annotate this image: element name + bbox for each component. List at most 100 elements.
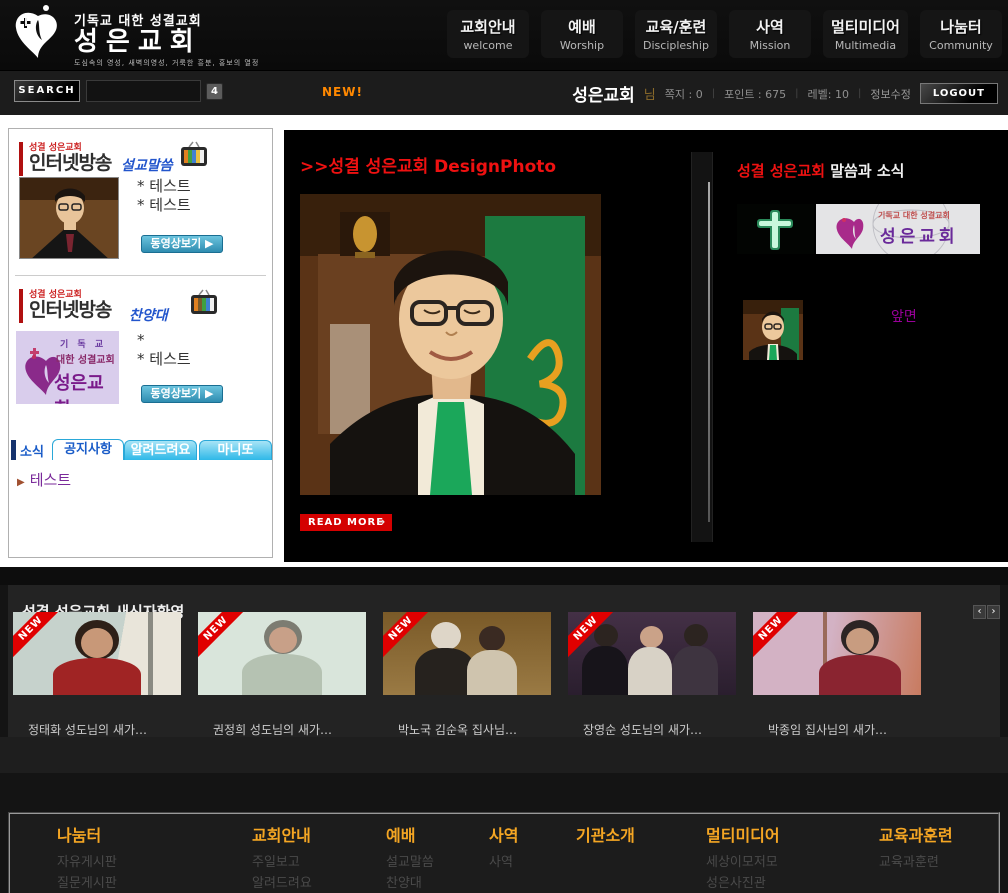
broadcast-sermon-links: * 테스트 * 테스트 [137, 177, 191, 215]
nav-item-discipleship[interactable]: 교육/훈련 Discipleship [635, 10, 717, 58]
footer-link[interactable]: 세상이모저모 [706, 852, 780, 873]
search-input[interactable] [86, 80, 201, 102]
church-logo-image[interactable]: 기 독 교 대한 성결교회 성은교회 [16, 331, 119, 404]
new-ribbon: NEW [13, 612, 66, 664]
footer-link[interactable]: 성은사진관 [706, 873, 780, 893]
notice-tabs: 소식 공지사항 알려드려요 마니또 [11, 439, 272, 461]
footer-link[interactable]: 찬양대 [386, 873, 434, 893]
sidebar: 성결 성은교회 인터넷방송 설교말씀 [8, 128, 273, 558]
search-button[interactable]: SEARCH [14, 80, 80, 102]
newcomer-caption[interactable]: 박노국 김순옥 집사님… [398, 721, 517, 738]
footer-link[interactable]: 자유게시판 [57, 852, 117, 873]
broadcast-sermon-header: 성결 성은교회 인터넷방송 [29, 140, 111, 173]
next-arrow-button[interactable]: › [987, 605, 1000, 619]
news-section-title: 성결 성은교회 말씀과 소식 [737, 160, 904, 181]
user-level: 레벨: 10 [808, 86, 849, 102]
sermon-link[interactable]: * 테스트 [137, 177, 191, 196]
footer-sitemap: 나눔터 자유게시판 질문게시판 새신자환영 교회안내 주일보고 알려드려요 공지… [8, 812, 1000, 893]
logo-text: 기독교 대한 성결교회 성은교회 도심속의 영성, 새벽의영성, 거룩한 흥분,… [74, 2, 259, 68]
notice-list-item[interactable]: ▶테스트 [17, 469, 71, 490]
tab-news[interactable]: 소식 [11, 439, 44, 461]
main-nav: 교회안내 welcome 예배 Worship 교육/훈련 Disciplesh… [447, 10, 1002, 58]
choir-link[interactable]: * [137, 331, 191, 350]
site-header: 기독교 대한 성결교회 성은교회 도심속의 영성, 새벽의영성, 거룩한 흥분,… [0, 0, 1008, 70]
church-logo-banner[interactable]: 기독교 대한 성결교회 성은교회 [816, 204, 980, 254]
newcomer-photo[interactable]: NEW [383, 612, 551, 695]
footer-col-multimedia: 멀티미디어 세상이모저모 성은사진관 자연의신비 [706, 822, 780, 893]
footer-col-organizations: 기관소개 [576, 822, 635, 846]
new-badge: NEW! [322, 85, 363, 99]
nav-item-community[interactable]: 나눔터 Community [920, 10, 1002, 58]
user-points: 포인트 : 675 [724, 86, 786, 102]
front-label: 앞면 [891, 306, 917, 326]
sidebar-accent-bar [19, 142, 23, 176]
footer-col-worship: 예배 설교말씀 찬양대 [386, 822, 434, 893]
newcomer-caption[interactable]: 장영순 성도님의 새가… [583, 721, 702, 738]
news-banners: 기독교 대한 성결교회 성은교회 [737, 204, 980, 254]
broadcast-choir-subtitle: 찬양대 [129, 305, 168, 325]
newcomer-caption[interactable]: 박종임 집사님의 새가… [768, 721, 887, 738]
main-panel: >>성결 성은교회 DesignPhoto [284, 130, 1008, 562]
read-more-button[interactable]: READ MORE → [300, 514, 392, 531]
sidebar-accent-bar [19, 289, 23, 323]
nav-item-mission[interactable]: 사역 Mission [729, 10, 811, 58]
broadcast-choir-header: 성결 성은교회 인터넷방송 [29, 287, 111, 320]
search-go-button[interactable]: 4 [206, 83, 223, 100]
glowing-cross-banner[interactable] [737, 204, 814, 254]
sermon-link[interactable]: * 테스트 [137, 196, 191, 215]
tv-icon [189, 289, 219, 315]
design-photo-title: >>성결 성은교회 DesignPhoto [300, 152, 556, 177]
site-logo[interactable]: 기독교 대한 성결교회 성은교회 도심속의 영성, 새벽의영성, 거룩한 흥분,… [8, 2, 259, 68]
newcomers-panel: 성결 성은교회 새신자환영 ‹ › NEW 정태화 성도님의 새가… NEW 권… [8, 585, 1000, 737]
church-heart-logo-icon [8, 2, 70, 64]
nav-item-welcome[interactable]: 교회안내 welcome [447, 10, 529, 58]
nav-item-worship[interactable]: 예배 Worship [541, 10, 623, 58]
user-info-bar: 성은교회 님 쪽지 : 0 | 포인트 : 675 | 레벨: 10 | 정보수… [572, 71, 998, 116]
tab-announce[interactable]: 알려드려요 [124, 440, 197, 460]
watch-video-button[interactable]: 동영상보기 ▶ [141, 385, 223, 403]
logout-button[interactable]: LOGOUT [920, 83, 998, 104]
footer-col-education: 교육과훈련 교육과훈련 [879, 822, 953, 873]
tv-icon [179, 141, 209, 167]
arrow-right-icon: → [377, 514, 386, 531]
new-ribbon: NEW [198, 612, 251, 664]
newcomer-photo[interactable]: NEW [753, 612, 921, 695]
footer-link[interactable]: 교육과훈련 [879, 852, 953, 873]
prev-arrow-button[interactable]: ‹ [973, 605, 986, 619]
newcomer-photo[interactable]: NEW [13, 612, 181, 695]
footer-col-welcome: 교회안내 주일보고 알려드려요 공지사항 [252, 822, 312, 893]
newcomer-caption[interactable]: 정태화 성도님의 새가… [28, 721, 147, 738]
tab-manito[interactable]: 마니또 [199, 440, 272, 460]
nav-item-multimedia[interactable]: 멀티미디어 Multimedia [823, 10, 908, 58]
main-scrollbar[interactable] [691, 152, 713, 542]
pastor-thumbnail-photo[interactable] [19, 177, 119, 259]
scrollbar-thumb[interactable] [708, 182, 710, 522]
choir-link[interactable]: * 테스트 [137, 350, 191, 369]
user-name: 성은교회 [572, 81, 635, 106]
footer-link[interactable]: 질문게시판 [57, 873, 117, 893]
newcomer-photo[interactable]: NEW [198, 612, 366, 695]
profile-edit-link[interactable]: 정보수정 [870, 86, 910, 102]
new-ribbon: NEW [753, 612, 806, 664]
bullet-arrow-icon: ▶ [17, 477, 25, 488]
user-memo-count: 쪽지 : 0 [665, 86, 703, 102]
pastor-main-photo[interactable] [300, 194, 601, 495]
logo-church-name: 성은교회 [74, 29, 259, 55]
news-thumbnail-photo[interactable] [743, 300, 803, 360]
page: 기독교 대한 성결교회 성은교회 도심속의 영성, 새벽의영성, 거룩한 흥분,… [0, 0, 1008, 893]
tab-notice-active[interactable]: 공지사항 [52, 439, 124, 460]
toolbar: SEARCH 4 NEW! 성은교회 님 쪽지 : 0 | 포인트 : 675 … [0, 70, 1008, 115]
newcomer-photo[interactable]: NEW [568, 612, 736, 695]
broadcast-sermon-subtitle: 설교말씀 [121, 155, 173, 175]
footer-link[interactable]: 사역 [489, 852, 518, 873]
user-honorific: 님 [644, 84, 656, 103]
newcomers-section: 성결 성은교회 새신자환영 ‹ › NEW 정태화 성도님의 새가… NEW 권… [0, 567, 1008, 812]
footer-col-community: 나눔터 자유게시판 질문게시판 새신자환영 [57, 822, 117, 893]
newcomer-caption[interactable]: 권정희 성도님의 새가… [213, 721, 332, 738]
footer-link[interactable]: 알려드려요 [252, 873, 312, 893]
watch-video-button[interactable]: 동영상보기 ▶ [141, 235, 223, 253]
sidebar-divider [15, 275, 266, 276]
footer-link[interactable]: 설교말씀 [386, 852, 434, 873]
footer-link[interactable]: 주일보고 [252, 852, 312, 873]
broadcast-choir-links: * * 테스트 [137, 331, 191, 369]
